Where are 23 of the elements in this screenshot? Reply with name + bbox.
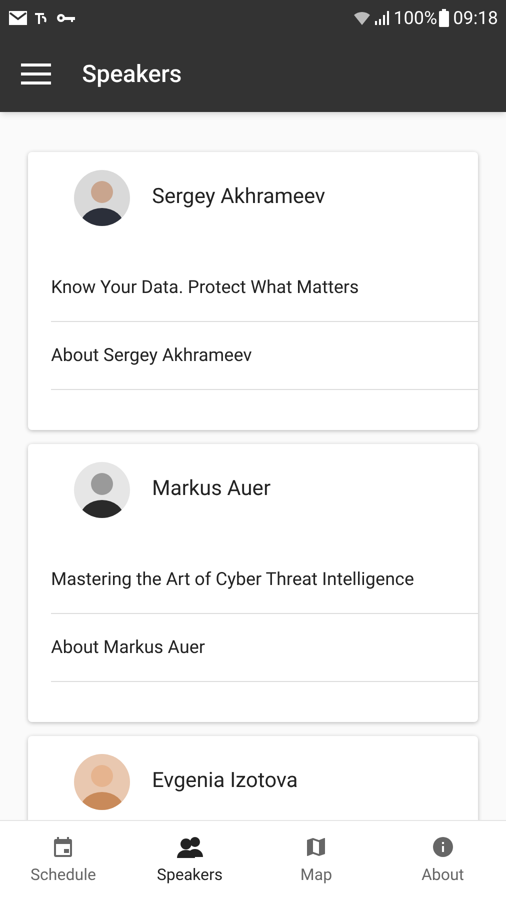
battery-icon	[439, 9, 450, 27]
page-title: Speakers	[82, 59, 182, 90]
speaker-name[interactable]: Evgenia Izotova	[152, 766, 298, 798]
signal-icon	[374, 10, 390, 26]
wifi-icon	[354, 10, 370, 26]
key-icon	[56, 12, 76, 24]
clock: 09:18	[453, 6, 498, 30]
talk-item[interactable]: Mastering the Art of Cyber Threat Intelligence	[51, 546, 478, 614]
notification-icon	[34, 11, 48, 25]
talk-item[interactable]: Know Your Data. Protect What Matters	[51, 254, 478, 322]
about-link[interactable]: About Sergey Akhrameev	[51, 322, 478, 390]
nav-tab[interactable]: About	[380, 821, 506, 900]
battery-level: 100%	[394, 6, 438, 30]
people-icon	[176, 834, 204, 858]
nav-tab[interactable]: Speakers	[126, 821, 253, 900]
nav-tab[interactable]: Schedule	[0, 821, 126, 900]
nav-tab[interactable]: Map	[253, 821, 380, 900]
info-icon	[430, 834, 455, 858]
about-link[interactable]: About Markus Auer	[51, 614, 478, 682]
speaker-name[interactable]: Sergey Akhrameev	[152, 182, 326, 214]
menu-icon	[21, 63, 51, 85]
speaker-name[interactable]: Markus Auer	[152, 474, 271, 506]
mail-icon	[8, 10, 28, 26]
